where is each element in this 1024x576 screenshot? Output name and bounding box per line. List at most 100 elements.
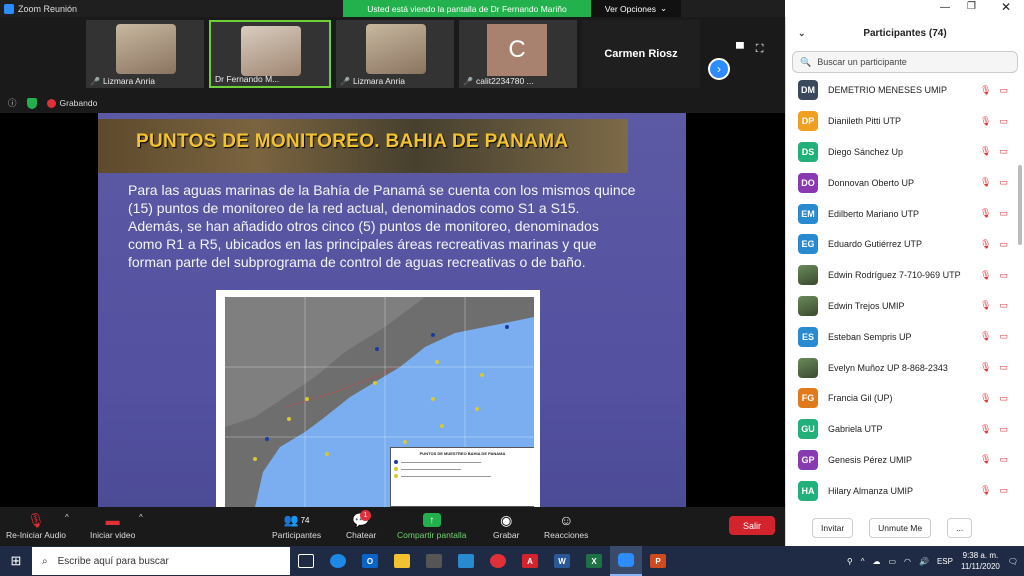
video-tile-active-speaker[interactable]: Dr Fernando M... [209, 20, 331, 88]
sample-point [440, 424, 444, 428]
participant-row[interactable]: Edwin Rodríguez 7-710-969 UTP 🎙 ▭ [786, 260, 1018, 291]
volume-icon[interactable]: 🔊 [919, 557, 929, 566]
scrollbar[interactable] [1018, 165, 1022, 245]
invite-button[interactable]: Invitar [812, 518, 854, 538]
next-page-button[interactable]: › [708, 58, 730, 80]
participant-avatar: DM [798, 80, 818, 101]
audio-button[interactable]: 🎙 Re-Iniciar Audio [6, 510, 66, 541]
windows-start-icon[interactable]: ⊞ [0, 546, 32, 576]
participant-row[interactable]: Edwin Trejos UMIP 🎙 ▭ [786, 291, 1018, 322]
participant-list: DM DEMETRIO MENESES UMIP 🎙 ▭ DP Dianileth Pit… [786, 75, 1018, 506]
excel-icon[interactable]: X [578, 546, 610, 576]
more-button[interactable]: ... [947, 518, 973, 538]
participant-status-icons: 🎙 ▭ [980, 454, 1008, 465]
taskbar-search-input[interactable]: ⌕ Escribe aquí para buscar [32, 547, 290, 575]
tile-label: Dr Fernando M... [215, 74, 325, 84]
participant-avatar: GP [798, 449, 818, 470]
tile-name: Carmen Riosz [604, 48, 678, 60]
view-options-label: Ver Opciones [604, 3, 656, 14]
video-button[interactable]: ▬ Iniciar video [90, 510, 135, 540]
monitoring-map: PUNTOS DE MUESTREO BAHIA DE PANAMA [216, 290, 540, 507]
view-options-button[interactable]: Ver Opciones ⌄ [591, 0, 681, 17]
wifi-icon[interactable]: ◠ [904, 557, 911, 566]
shared-screen[interactable]: PUNTOS DE MONITOREO. BAHIA DE PANAMA Par… [0, 113, 785, 507]
participant-row[interactable]: HA Hilary Almanza UMIP 🎙 ▭ [786, 475, 1018, 506]
video-off-icon: ▭ [999, 115, 1008, 126]
unmute-me-button[interactable]: Unmute Me [869, 518, 932, 538]
participant-row[interactable]: DO Donnovan Oberto UP 🎙 ▭ [786, 167, 1018, 198]
person-icon[interactable]: ⚲ [847, 557, 853, 566]
video-off-icon: ▭ [999, 423, 1008, 434]
presentation-slide: PUNTOS DE MONITOREO. BAHIA DE PANAMA Par… [98, 113, 686, 507]
participant-name: DEMETRIO MENESES UMIP [828, 85, 948, 96]
layout-icon[interactable]: ▀ [736, 43, 744, 56]
mic-muted-icon: 🎙 [27, 511, 45, 528]
powerpoint-icon[interactable]: P [642, 546, 674, 576]
video-off-icon: ▭ [999, 392, 1008, 403]
chat-button[interactable]: 💬 1 Chatear [346, 510, 376, 540]
fullscreen-icon[interactable]: ⛶ [756, 43, 764, 56]
close-icon[interactable]: ✕ [1001, 0, 1011, 14]
gallery-controls: ▀ ⛶ [736, 43, 764, 56]
word-icon[interactable]: W [546, 546, 578, 576]
zoom-taskbar-icon[interactable] [610, 546, 642, 576]
outlook-icon[interactable]: O [354, 546, 386, 576]
participant-row[interactable]: GP Genesis Pérez UMIP 🎙 ▭ [786, 445, 1018, 476]
participant-row[interactable]: ES Esteban Sempris UP 🎙 ▭ [786, 321, 1018, 352]
participant-avatar: DO [798, 172, 818, 193]
chrome-icon[interactable] [482, 546, 514, 576]
audio-options-chevron-icon[interactable]: ^ [65, 513, 69, 522]
leave-button[interactable]: Salir [729, 516, 775, 535]
participant-status-icons: 🎙 ▭ [980, 146, 1008, 157]
recording-indicator[interactable]: Grabando [46, 98, 97, 108]
notifications-icon[interactable]: 🗨 [1008, 557, 1018, 566]
participant-row[interactable]: EG Eduardo Gutiérrez UTP 🎙 ▭ [786, 229, 1018, 260]
zoom-logo-icon [4, 3, 14, 14]
info-icon[interactable]: ⓘ [8, 97, 17, 109]
acrobat-icon[interactable]: A [514, 546, 546, 576]
video-tile[interactable]: 🎤 Lizmara Anria [336, 20, 454, 88]
participant-status-icons: 🎙 ▭ [980, 270, 1008, 281]
sample-point [505, 325, 509, 329]
clock[interactable]: 9:38 a. m. 11/11/2020 [961, 550, 1000, 572]
participant-row[interactable]: EM Edilberto Mariano UTP 🎙 ▭ [786, 198, 1018, 229]
video-tile[interactable]: C 🎤 calit2234780 ... [459, 20, 577, 88]
sample-point [287, 417, 291, 421]
participant-row[interactable]: DP Dianileth Pitti UTP 🎙 ▭ [786, 106, 1018, 137]
shield-icon[interactable] [26, 97, 37, 109]
avatar: C [487, 24, 547, 76]
tile-name: calit2234780 ... [475, 76, 534, 86]
participant-row[interactable]: Evelyn Muñoz UP 8-868-2343 🎙 ▭ [786, 352, 1018, 383]
sample-point [305, 397, 309, 401]
share-screen-button[interactable]: ↑ Compartir pantalla [397, 510, 466, 540]
participants-button[interactable]: 👥 74 Participantes [272, 510, 321, 540]
mail-icon[interactable] [450, 546, 482, 576]
video-options-chevron-icon[interactable]: ^ [139, 513, 143, 522]
onedrive-icon[interactable]: ☁ [872, 557, 880, 566]
minimize-icon[interactable]: — [940, 2, 950, 13]
video-tile[interactable]: Carmen Riosz [582, 20, 700, 88]
file-explorer-icon[interactable] [386, 546, 418, 576]
participant-status-icons: 🎙 ▭ [980, 362, 1008, 373]
participant-search-input[interactable]: 🔍 Buscar un participante [792, 51, 1018, 73]
sample-point [431, 397, 435, 401]
task-view-icon[interactable] [290, 546, 322, 576]
maximize-icon[interactable]: ❐ [967, 1, 976, 12]
chevron-up-icon[interactable]: ^ [861, 557, 865, 566]
reactions-button[interactable]: ☺ Reacciones [544, 510, 588, 540]
participant-row[interactable]: DM DEMETRIO MENESES UMIP 🎙 ▭ [786, 75, 1018, 106]
slide-body-text: Para las aguas marinas de la Bahía de Pa… [128, 182, 636, 270]
participant-row[interactable]: GU Gabriela UTP 🎙 ▭ [786, 414, 1018, 445]
participant-status-icons: 🎙 ▭ [980, 393, 1008, 404]
record-button[interactable]: ◉ Grabar [493, 510, 519, 541]
video-tile[interactable]: 🎤 Lizmara Anria [86, 20, 204, 88]
participant-row[interactable]: FG Francia Gil (UP) 🎙 ▭ [786, 383, 1018, 414]
language-indicator[interactable]: ESP [937, 557, 953, 566]
network-icon[interactable]: ▭ [888, 557, 896, 566]
participant-row[interactable]: DS Diego Sánchez Up 🎙 ▭ [786, 137, 1018, 168]
store-icon[interactable] [418, 546, 450, 576]
participant-status-icons: 🎙 ▭ [980, 116, 1008, 127]
chevron-down-icon[interactable]: ⌄ [798, 28, 806, 39]
window-controls: — ❐ ✕ [785, 0, 1024, 17]
edge-icon[interactable] [322, 546, 354, 576]
